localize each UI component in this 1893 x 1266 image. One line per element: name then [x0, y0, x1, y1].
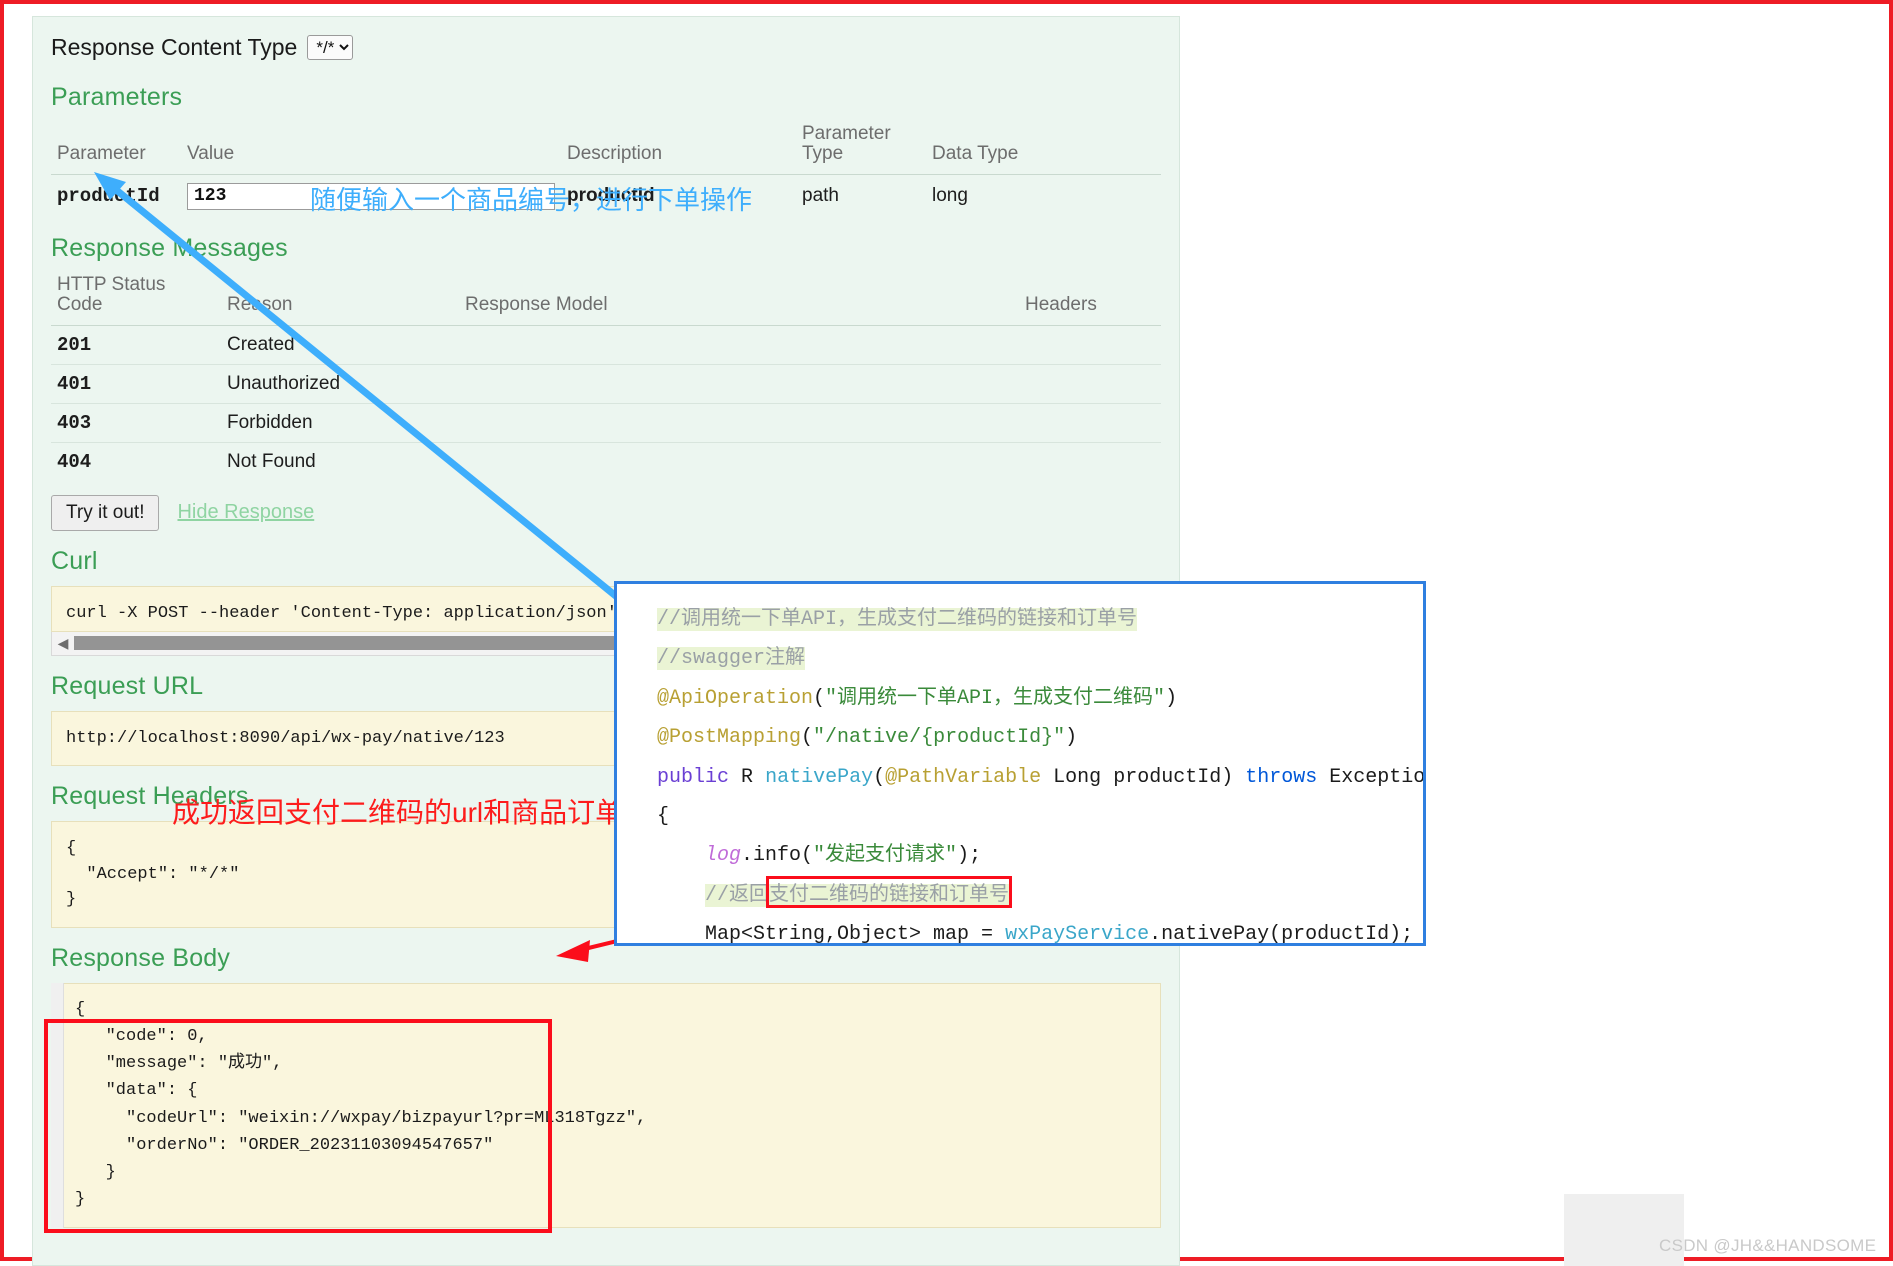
- status-code-cell: 404: [51, 441, 221, 481]
- code-comment: //swagger注解: [657, 647, 806, 671]
- code-line-8: //返回支付二维码的链接和订单号: [657, 876, 1423, 915]
- code-line-4: @PostMapping("/native/{productId}"): [657, 726, 1078, 750]
- model-cell: [459, 402, 1019, 443]
- status-code-cell: 201: [51, 324, 221, 365]
- try-it-out-button[interactable]: Try it out!: [51, 494, 160, 531]
- col-headers: Headers: [1019, 272, 1161, 326]
- model-cell: [459, 441, 1019, 481]
- table-row: 404 Not Found: [51, 441, 1161, 481]
- code-snippet-popup: //调用统一下单API，生成支付二维码的链接和订单号 //swagger注解 @…: [614, 581, 1426, 946]
- col-response-model: Response Model: [459, 272, 1019, 326]
- watermark-text: CSDN @JH&&HANDSOME: [1659, 1236, 1877, 1255]
- service-variable: wxPayService: [1005, 923, 1150, 946]
- service-call: .nativePay(productId);: [1149, 923, 1414, 946]
- scroll-left-icon[interactable]: ◀: [52, 635, 74, 652]
- parameters-table-header: Parameter Value Description Parameter Ty…: [51, 122, 1161, 175]
- code-line-2: //swagger注解: [657, 639, 1423, 678]
- response-body-gutter: [51, 982, 64, 1229]
- code-comment: //调用统一下单API，生成支付二维码的链接和订单号: [657, 608, 1138, 631]
- param-name-cell: productId: [51, 173, 181, 218]
- response-body-container: { "code": 0, "message": "成功", "data": { …: [51, 982, 1161, 1229]
- param-description-cell: productId: [561, 173, 796, 218]
- type-long: Long: [1053, 765, 1102, 789]
- model-cell: [459, 363, 1019, 404]
- col-value: Value: [181, 122, 561, 175]
- curl-heading: Curl: [51, 546, 98, 575]
- col-description: Description: [561, 122, 796, 175]
- brace-open: {: [657, 804, 670, 828]
- action-row: Try it out! Hide Response: [51, 494, 1161, 531]
- headers-cell: [1019, 441, 1161, 481]
- headers-cell: [1019, 363, 1161, 404]
- log-variable: log: [705, 844, 742, 868]
- param-datatype-cell: long: [926, 173, 1161, 218]
- method-nativepay: nativePay: [765, 765, 874, 789]
- annotation-pathvariable: @PathVariable: [885, 765, 1042, 789]
- table-row: productId productId path long: [51, 173, 1161, 218]
- parameters-heading: Parameters: [51, 83, 183, 111]
- status-code-cell: 401: [51, 363, 221, 404]
- reason-cell: Forbidden: [221, 402, 459, 443]
- code-line-7: log.info("发起支付请求");: [657, 836, 1423, 875]
- table-row: 201 Created: [51, 324, 1161, 365]
- response-messages-header: HTTP Status Code Reason Response Model H…: [51, 272, 1161, 326]
- reason-cell: Unauthorized: [221, 363, 459, 404]
- reason-cell: Created: [221, 324, 459, 365]
- log-call: .info(: [741, 844, 814, 868]
- code-line-1: //调用统一下单API，生成支付二维码的链接和订单号: [657, 600, 1423, 639]
- type-exception: Exception: [1329, 765, 1426, 789]
- parameters-table: Parameter Value Description Parameter Ty…: [51, 122, 1161, 218]
- log-end: );: [957, 844, 982, 868]
- apioperation-argument: "调用统一下单API，生成支付二维码": [825, 686, 1166, 710]
- response-body-heading: Response Body: [51, 943, 231, 972]
- param-productid: productId: [1113, 765, 1222, 789]
- keyword-throws: throws: [1245, 765, 1318, 789]
- response-content-type-label: Response Content Type: [51, 33, 298, 60]
- col-reason: Reason: [221, 272, 459, 326]
- param-value-cell: [181, 173, 561, 218]
- response-messages-heading: Response Messages: [51, 233, 288, 262]
- code-comment: //返回支付二维码的链接和订单号: [705, 883, 1010, 907]
- reason-cell: Not Found: [221, 441, 459, 481]
- param-type-cell: path: [796, 173, 926, 218]
- code-line-6: {: [657, 797, 1423, 836]
- map-declaration: Map<String,Object> map =: [705, 923, 1006, 946]
- code-line-9: Map<String,Object> map = wxPayService.na…: [657, 915, 1423, 946]
- col-http-status-code: HTTP Status Code: [51, 272, 221, 326]
- response-body-value: { "code": 0, "message": "成功", "data": { …: [51, 982, 1161, 1229]
- table-row: 401 Unauthorized: [51, 363, 1161, 404]
- response-content-type-select[interactable]: */*: [307, 34, 354, 60]
- headers-cell: [1019, 402, 1161, 443]
- code-line-3: @ApiOperation("调用统一下单API，生成支付二维码"): [657, 686, 1178, 710]
- code-line-5: public R nativePay(@PathVariable Long pr…: [657, 758, 1423, 797]
- col-parameter-type: Parameter Type: [796, 122, 926, 175]
- annotation-apioperation: @ApiOperation: [657, 686, 814, 710]
- col-data-type: Data Type: [926, 122, 1161, 175]
- screenshot-frame: Response Content Type */* Parameters Par…: [0, 0, 1893, 1266]
- col-parameter: Parameter: [51, 122, 181, 175]
- annotation-postmapping: @PostMapping: [657, 726, 802, 750]
- response-messages-table: HTTP Status Code Reason Response Model H…: [51, 272, 1161, 481]
- table-row: 403 Forbidden: [51, 402, 1161, 443]
- type-r: R: [741, 765, 754, 789]
- hide-response-link[interactable]: Hide Response: [177, 501, 314, 524]
- model-cell: [459, 324, 1019, 365]
- productid-input[interactable]: [187, 182, 555, 210]
- response-content-type-row: Response Content Type */*: [51, 27, 1161, 67]
- headers-cell: [1019, 324, 1161, 365]
- postmapping-argument: "/native/{productId}": [813, 726, 1066, 750]
- status-code-cell: 403: [51, 402, 221, 443]
- log-argument: "发起支付请求": [813, 844, 958, 868]
- keyword-public: public: [657, 765, 730, 789]
